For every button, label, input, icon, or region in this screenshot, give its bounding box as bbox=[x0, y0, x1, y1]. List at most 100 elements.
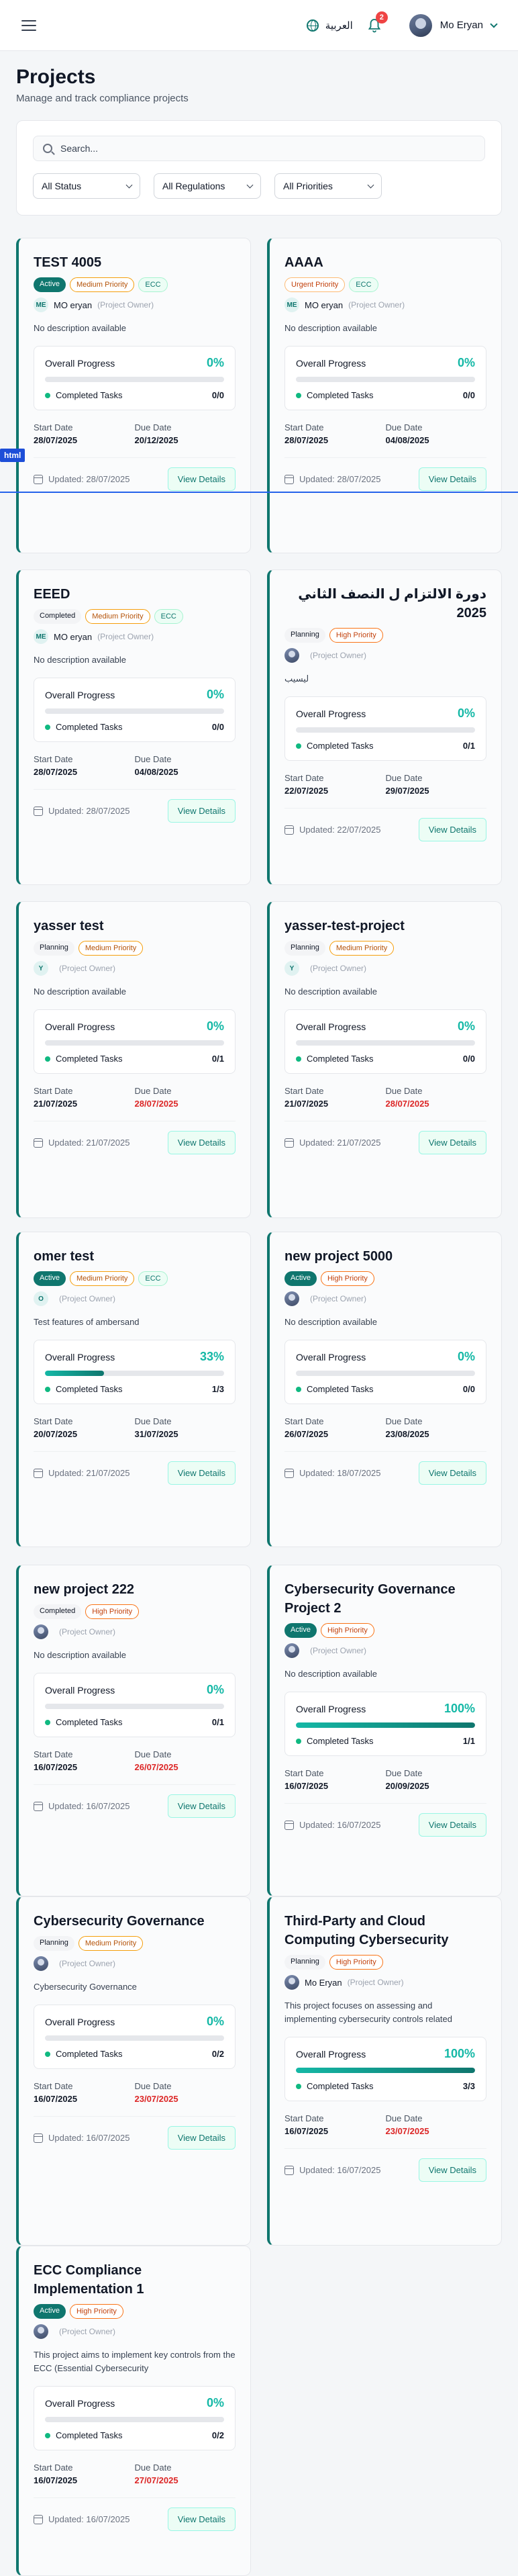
project-dates: Start Date 26/07/2025 Due Date 23/08/202… bbox=[284, 1416, 486, 1439]
project-owner: ME MO eryan (Project Owner) bbox=[284, 297, 486, 312]
view-details-button[interactable]: View Details bbox=[418, 1461, 486, 1485]
project-dates: Start Date 21/07/2025 Due Date 28/07/202… bbox=[284, 1086, 486, 1109]
regulation-filter-select[interactable]: All Regulations bbox=[154, 173, 261, 199]
completed-tasks-row: Completed Tasks 3/3 bbox=[296, 2081, 475, 2091]
calendar-icon bbox=[34, 1801, 43, 1811]
view-details-button[interactable]: View Details bbox=[418, 818, 486, 841]
badge-completed: Completed bbox=[34, 1604, 82, 1619]
badge-medium: Medium Priority bbox=[85, 609, 150, 624]
status-filter-select[interactable]: All Status bbox=[33, 173, 140, 199]
project-title: Third-Party and Cloud Computing Cybersec… bbox=[284, 1914, 449, 1947]
completed-tasks-count: 0/1 bbox=[211, 1054, 224, 1064]
owner-avatar: Y bbox=[284, 961, 299, 976]
language-switcher[interactable]: العربية bbox=[306, 19, 353, 32]
due-date-col: Due Date 23/07/2025 bbox=[386, 2113, 487, 2136]
user-name: Mo Eryan bbox=[439, 19, 483, 31]
progress-bar bbox=[296, 1722, 475, 1728]
menu-icon[interactable] bbox=[21, 19, 36, 31]
project-title: Cybersecurity Governance bbox=[34, 1914, 205, 1929]
status-dot-icon bbox=[296, 1386, 301, 1392]
view-details-button[interactable]: View Details bbox=[167, 1794, 236, 1818]
progress-percentage: 0% bbox=[206, 2396, 224, 2409]
start-date-col: Start Date 28/07/2025 bbox=[34, 422, 135, 445]
project-card: yasser-test-project Planning Medium Prior… bbox=[267, 901, 502, 1218]
updated-date: Updated: 16/07/2025 bbox=[299, 2165, 381, 2175]
notifications-button[interactable]: 2 bbox=[368, 11, 388, 33]
progress-panel: Overall Progress 0% Completed Tasks 0/0 bbox=[284, 1340, 486, 1404]
completed-tasks-label: Completed Tasks bbox=[307, 390, 374, 400]
completed-tasks-label: Completed Tasks bbox=[56, 1717, 123, 1727]
view-details-button[interactable]: View Details bbox=[167, 799, 236, 823]
progress-header: Overall Progress 0% bbox=[45, 1683, 224, 1697]
overlay-guide-line bbox=[0, 492, 518, 493]
overall-progress-label: Overall Progress bbox=[296, 1703, 366, 1714]
progress-percentage: 0% bbox=[457, 356, 475, 369]
search-icon bbox=[43, 144, 52, 153]
project-owner: Mo Eryan (Project Owner) bbox=[284, 1975, 486, 1990]
overall-progress-label: Overall Progress bbox=[45, 1684, 115, 1696]
project-card: Cybersecurity Governance Planning Medium … bbox=[16, 1896, 251, 2246]
completed-tasks-count: 0/0 bbox=[462, 1384, 475, 1394]
project-badges: Planning Medium Priority bbox=[34, 1936, 236, 1951]
start-date-col: Start Date 28/07/2025 bbox=[34, 754, 135, 777]
view-details-button[interactable]: View Details bbox=[418, 1131, 486, 1154]
project-owner: ME MO eryan (Project Owner) bbox=[34, 297, 236, 312]
project-description: No description available bbox=[284, 986, 378, 997]
start-date-col: Start Date 16/07/2025 bbox=[34, 2081, 135, 2104]
view-details-button[interactable]: View Details bbox=[167, 1461, 236, 1485]
view-details-button[interactable]: View Details bbox=[418, 467, 486, 491]
search-box bbox=[33, 136, 485, 161]
start-date-value: 16/07/2025 bbox=[34, 2475, 78, 2485]
project-card: دورة الالتزام ل النصف الثاني 2025 Planni… bbox=[267, 569, 502, 885]
progress-header: Overall Progress 0% bbox=[45, 2396, 224, 2410]
view-details-button[interactable]: View Details bbox=[418, 2158, 486, 2182]
owner-avatar bbox=[34, 1624, 48, 1639]
card-footer: Updated: 18/07/2025 View Details bbox=[284, 1451, 486, 1497]
calendar-icon bbox=[284, 2165, 294, 2175]
search-input[interactable] bbox=[60, 143, 475, 154]
view-details-button[interactable]: View Details bbox=[167, 2126, 236, 2150]
start-date-col: Start Date 22/07/2025 bbox=[284, 773, 386, 796]
badge-active: Active bbox=[34, 277, 66, 292]
status-dot-icon bbox=[45, 1056, 50, 1062]
completed-tasks-row: Completed Tasks 0/0 bbox=[45, 390, 224, 400]
chevron-down-icon bbox=[246, 181, 254, 188]
overall-progress-label: Overall Progress bbox=[296, 1021, 366, 1032]
priority-filter-value: All Priorities bbox=[283, 181, 333, 191]
project-card: EEED Completed Medium Priority ECC ME MO e… bbox=[16, 569, 251, 885]
user-menu[interactable]: Mo Eryan bbox=[409, 13, 498, 37]
start-date-value: 16/07/2025 bbox=[284, 2126, 329, 2136]
view-details-button[interactable]: View Details bbox=[418, 1813, 486, 1837]
project-badges: Planning High Priority bbox=[284, 1955, 486, 1970]
project-badges: Active High Priority bbox=[284, 1271, 486, 1286]
completed-tasks-count: 0/1 bbox=[462, 741, 475, 751]
view-details-button[interactable]: View Details bbox=[167, 467, 236, 491]
progress-bar bbox=[296, 2068, 475, 2073]
priority-filter-select[interactable]: All Priorities bbox=[274, 173, 382, 199]
calendar-icon bbox=[284, 474, 294, 484]
progress-bar bbox=[296, 1371, 475, 1376]
progress-bar bbox=[296, 377, 475, 382]
project-description: No description available bbox=[34, 655, 127, 665]
project-card: AAAA Urgent Priority ECC ME MO eryan (Pro… bbox=[267, 238, 502, 553]
owner-name: MO eryan bbox=[305, 300, 344, 310]
page-title: Projects bbox=[16, 66, 96, 88]
progress-bar-fill bbox=[45, 1371, 105, 1376]
progress-percentage: 0% bbox=[206, 1019, 224, 1033]
project-badges: Planning High Priority bbox=[284, 628, 486, 643]
due-date-label: Due Date bbox=[385, 422, 423, 432]
progress-percentage: 0% bbox=[206, 356, 224, 369]
project-title: AAAA bbox=[284, 255, 323, 270]
completed-tasks-label: Completed Tasks bbox=[307, 1054, 374, 1064]
start-date-label: Start Date bbox=[284, 422, 324, 432]
view-details-button[interactable]: View Details bbox=[167, 1131, 236, 1154]
progress-header: Overall Progress 0% bbox=[296, 706, 475, 721]
progress-bar bbox=[45, 2035, 224, 2041]
due-date-label: Due Date bbox=[134, 754, 172, 764]
badge-high: High Priority bbox=[69, 2304, 123, 2319]
due-date-col: Due Date 20/12/2025 bbox=[135, 422, 236, 445]
view-details-button[interactable]: View Details bbox=[167, 2508, 236, 2531]
due-date-label: Due Date bbox=[385, 1416, 423, 1426]
progress-percentage: 0% bbox=[457, 1019, 475, 1033]
updated-date: Updated: 22/07/2025 bbox=[299, 825, 381, 835]
